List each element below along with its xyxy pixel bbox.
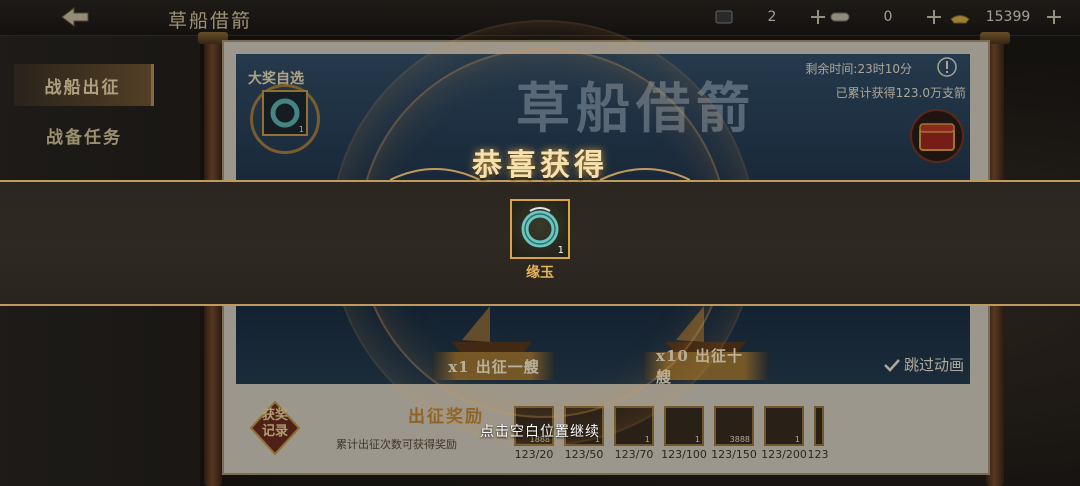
continue-hint: 点击空白位置继续 xyxy=(480,424,600,440)
obtained-item-qty: 1 xyxy=(557,245,564,256)
popup-title: 恭喜获得 xyxy=(472,148,608,183)
game-screen: 草船借箭 2 0 15399 战船出征 战备任务 草船借箭 剩余时间:23时10… xyxy=(0,0,1080,486)
obtained-item[interactable]: 1 xyxy=(510,199,570,259)
obtained-item-name: 缘玉 xyxy=(526,265,554,281)
